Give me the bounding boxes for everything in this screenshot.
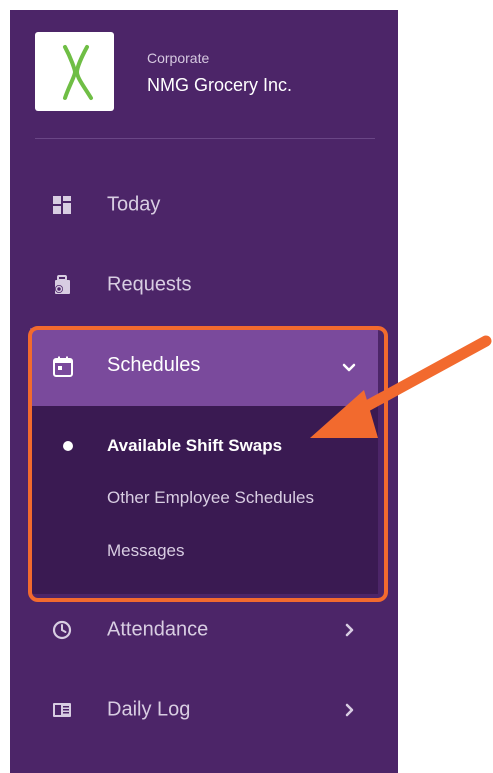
annotation-arrow <box>310 335 492 438</box>
